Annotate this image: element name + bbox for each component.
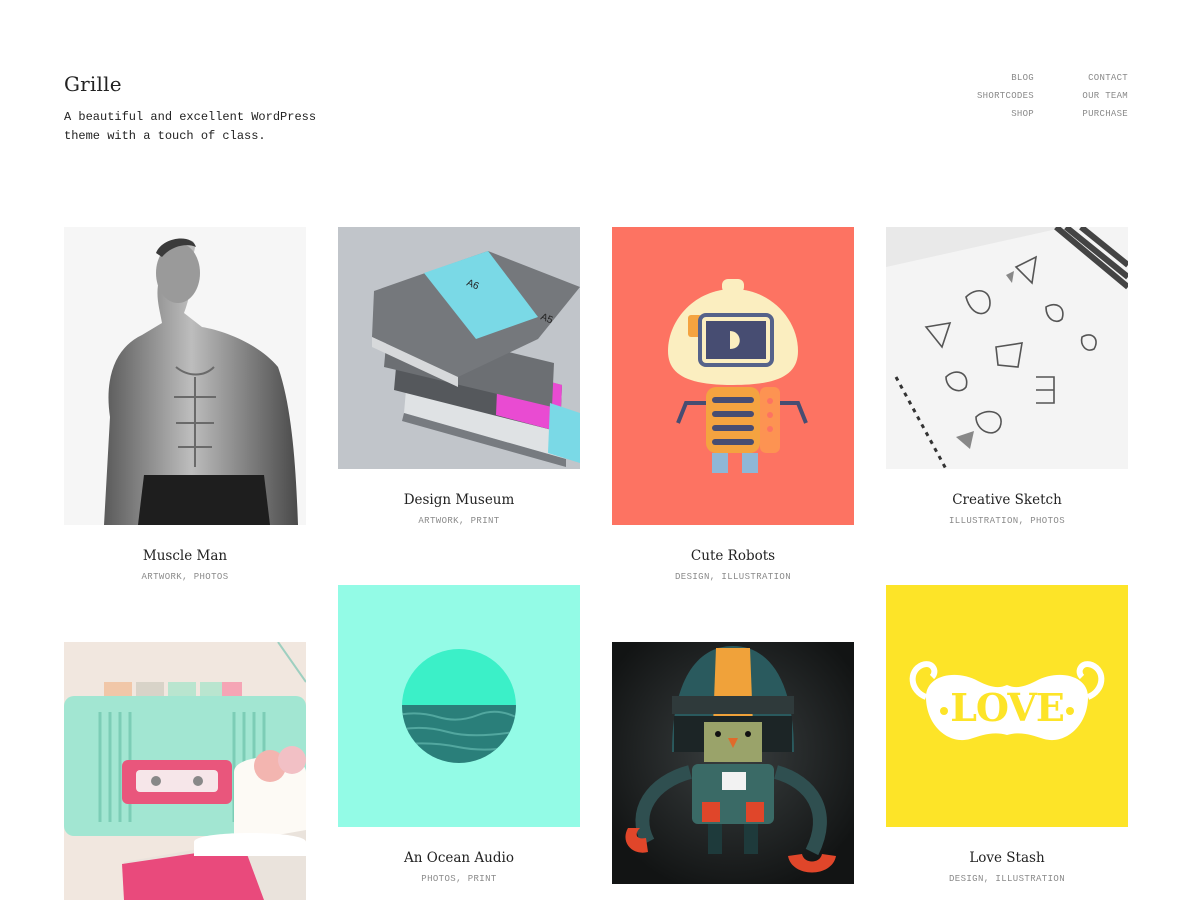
nav-shop[interactable]: SHOP bbox=[948, 109, 1034, 119]
main-navigation: BLOG SHORTCODES SHOP CONTACT OUR TEAM PU… bbox=[948, 73, 1128, 133]
category-separator: , bbox=[709, 572, 722, 582]
category-separator: , bbox=[458, 516, 471, 526]
portfolio-title[interactable]: Creative Sketch bbox=[886, 492, 1128, 508]
portfolio-thumbnail-dark-robot[interactable] bbox=[612, 642, 854, 884]
portfolio-title[interactable]: Design Museum bbox=[338, 492, 580, 508]
nav-purchase[interactable]: PURCHASE bbox=[1048, 109, 1128, 119]
portfolio-categories: PHOTOS, PRINT bbox=[338, 874, 580, 884]
category-separator: , bbox=[983, 874, 996, 884]
category-link[interactable]: ARTWORK bbox=[141, 572, 182, 582]
category-link[interactable]: PHOTOS bbox=[1030, 516, 1065, 526]
category-link[interactable]: DESIGN bbox=[675, 572, 710, 582]
portfolio-thumbnail-design-museum[interactable]: A6 A5 bbox=[338, 227, 580, 469]
category-separator: , bbox=[182, 572, 194, 582]
svg-text:LOVE: LOVE bbox=[950, 685, 1064, 730]
category-link[interactable]: ILLUSTRATION bbox=[995, 874, 1065, 884]
nav-shortcodes[interactable]: SHORTCODES bbox=[948, 91, 1034, 101]
category-separator: , bbox=[1018, 516, 1031, 526]
site-title[interactable]: Grille bbox=[64, 72, 122, 96]
site-tagline: A beautiful and excellent WordPress them… bbox=[64, 110, 317, 143]
portfolio-thumbnail-love-stash[interactable]: LOVE bbox=[886, 585, 1128, 827]
portfolio-thumbnail-radio[interactable] bbox=[64, 642, 306, 900]
category-link[interactable]: ILLUSTRATION bbox=[721, 572, 791, 582]
category-link[interactable]: PHOTOS bbox=[194, 572, 229, 582]
portfolio-categories: DESIGN, ILLUSTRATION bbox=[612, 572, 854, 582]
portfolio-title[interactable]: Muscle Man bbox=[64, 548, 306, 564]
portfolio-categories: ARTWORK, PHOTOS bbox=[64, 572, 306, 582]
portfolio-categories: ARTWORK, PRINT bbox=[338, 516, 580, 526]
category-link[interactable]: PHOTOS bbox=[421, 874, 456, 884]
nav-blog[interactable]: BLOG bbox=[948, 73, 1034, 83]
category-link[interactable]: PRINT bbox=[471, 516, 500, 526]
portfolio-title[interactable]: Love Stash bbox=[886, 850, 1128, 866]
portfolio-categories: DESIGN, ILLUSTRATION bbox=[886, 874, 1128, 884]
category-link[interactable]: DESIGN bbox=[949, 874, 984, 884]
portfolio-thumbnail-an-ocean-audio[interactable] bbox=[338, 585, 580, 827]
portfolio-categories: ILLUSTRATION, PHOTOS bbox=[886, 516, 1128, 526]
category-link[interactable]: ILLUSTRATION bbox=[949, 516, 1019, 526]
portfolio-title[interactable]: Cute Robots bbox=[612, 548, 854, 564]
portfolio-thumbnail-muscle-man[interactable] bbox=[64, 227, 306, 525]
category-link[interactable]: ARTWORK bbox=[418, 516, 459, 526]
category-link[interactable]: PRINT bbox=[468, 874, 497, 884]
portfolio-title[interactable]: An Ocean Audio bbox=[338, 850, 580, 866]
nav-our-team[interactable]: OUR TEAM bbox=[1048, 91, 1128, 101]
portfolio-thumbnail-creative-sketch[interactable] bbox=[886, 227, 1128, 469]
portfolio-thumbnail-cute-robots[interactable] bbox=[612, 227, 854, 525]
nav-contact[interactable]: CONTACT bbox=[1048, 73, 1128, 83]
category-separator: , bbox=[456, 874, 468, 884]
